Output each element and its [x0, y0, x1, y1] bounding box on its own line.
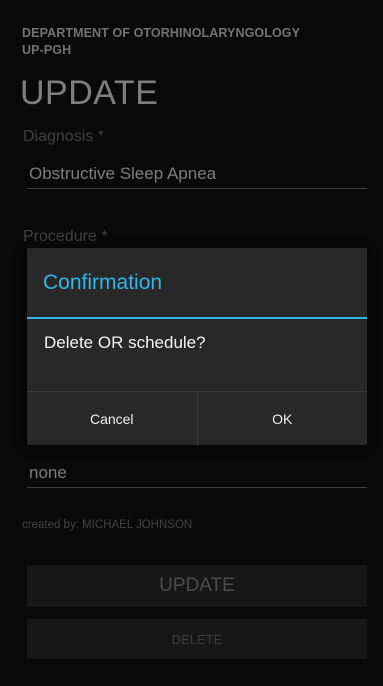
dialog-button-bar: Cancel OK — [27, 391, 367, 446]
dialog-title: Confirmation — [43, 271, 163, 294]
dialog-message: Delete OR schedule? — [44, 333, 206, 352]
ok-button[interactable]: OK — [196, 392, 368, 446]
cancel-button[interactable]: Cancel — [27, 392, 197, 446]
confirmation-dialog: Confirmation Delete OR schedule? Cancel … — [27, 248, 367, 446]
dialog-title-divider — [27, 317, 367, 319]
